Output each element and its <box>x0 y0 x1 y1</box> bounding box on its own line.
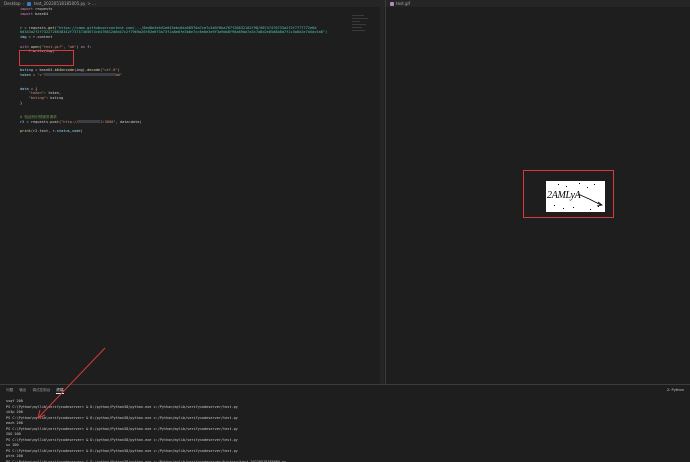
redaction-block <box>78 119 101 124</box>
python-file-icon <box>26 1 31 6</box>
code-token: b6" <box>115 72 123 77</box>
annotation-highlight-box <box>19 50 74 66</box>
code-token: with <box>20 44 31 49</box>
code-token: import <box>20 7 36 11</box>
code-token: post <box>50 119 59 124</box>
code-token: print <box>20 128 31 133</box>
code-token: ik3p 200 <box>6 410 23 414</box>
code-token: ) <box>117 67 120 72</box>
breadcrumb-trail[interactable]: > ... <box>87 0 95 7</box>
code-token: (img). <box>74 67 88 72</box>
code-token: "token" <box>20 91 44 96</box>
code-token: = { <box>28 86 38 91</box>
code-token: "wb" <box>67 44 77 49</box>
code-token: : token, <box>43 91 62 96</box>
tab-output[interactable]: 输出 <box>19 387 26 394</box>
code-line: 6d343a2f2f7322726638342f73737465674c6476… <box>20 30 380 35</box>
code-token: data <box>20 86 29 91</box>
code-token: PS C:\Python\myllib\verifycodeserver> & … <box>6 437 238 442</box>
breadcrumb-file[interactable]: test_20220518185005.py <box>34 0 86 7</box>
code-token: PS C:\Python\myllib\verifycodeserver> & … <box>6 448 238 453</box>
code-token: 2UO 200 <box>6 432 21 436</box>
code-token: = requests. <box>22 25 49 30</box>
preview-tab-bar: test.gif <box>386 0 690 7</box>
code-token: 6d343a2f2f7322726638342f73737465674c6476… <box>20 30 328 35</box>
editor-scrollbar[interactable] <box>380 7 384 384</box>
code-token: b64encode <box>54 67 75 72</box>
code-token: bsting <box>20 67 33 72</box>
code-token: "utf-8" <box>102 67 118 72</box>
code-token: = base64. <box>32 67 55 72</box>
code-token: # 验证码识别服务请求 <box>20 114 57 119</box>
code-token: "test.gif" <box>41 44 64 49</box>
image-file-icon <box>390 1 394 6</box>
code-token: decode <box>87 67 101 72</box>
breadcrumb: Desktop › test_20220518185005.py > ... <box>0 0 385 7</box>
code-token: ssqf 200 <box>6 399 23 403</box>
code-token: "https://camo.githubusercontent.com/.../… <box>56 25 317 30</box>
code-token: requests <box>35 7 53 11</box>
code-token: status_code <box>56 128 81 133</box>
code-token: "http:// <box>61 119 79 124</box>
code-token: PS C:\Python\myllib\verifycodeserver> & … <box>6 426 238 431</box>
annotation-arrow <box>37 347 106 419</box>
code-token: : <box>89 44 92 49</box>
code-token: 2:5000" <box>100 119 116 124</box>
code-token: eoch 200 <box>6 421 23 425</box>
code-token: : bsting <box>45 96 64 101</box>
code-token: sx 200 <box>6 443 19 447</box>
code-token: ) <box>80 128 83 133</box>
breadcrumb-root[interactable]: Desktop <box>4 0 21 7</box>
code-token: , data=data) <box>115 119 142 124</box>
redaction-block <box>43 73 116 77</box>
code-token: = requests. <box>24 119 51 124</box>
code-token: import <box>20 11 36 16</box>
captcha-image: 2AMLyA <box>546 181 605 212</box>
code-lines[interactable]: import requests import base64 r = requests… <box>20 7 380 134</box>
code-token: = r.content <box>26 35 53 40</box>
code-token: base64 <box>35 11 49 16</box>
terminal-selector[interactable]: 2: Python <box>667 387 684 393</box>
tab-test-gif[interactable]: test.gif <box>396 0 410 7</box>
code-token: } <box>20 100 23 105</box>
vscode-window: Desktop › test_20220518185005.py > ... t… <box>0 0 690 462</box>
code-token: token <box>20 72 31 77</box>
chevron-right-icon: › <box>22 1 25 6</box>
captcha-noise-line <box>577 193 603 207</box>
code-token: ptrk 200 <box>6 454 23 458</box>
code-token: (r2.text, r. <box>30 128 57 133</box>
tab-problems[interactable]: 问题 <box>6 387 13 394</box>
code-token: "bsting" <box>20 96 46 101</box>
code-line: print(r2.text, r.status_code) <box>20 129 380 134</box>
